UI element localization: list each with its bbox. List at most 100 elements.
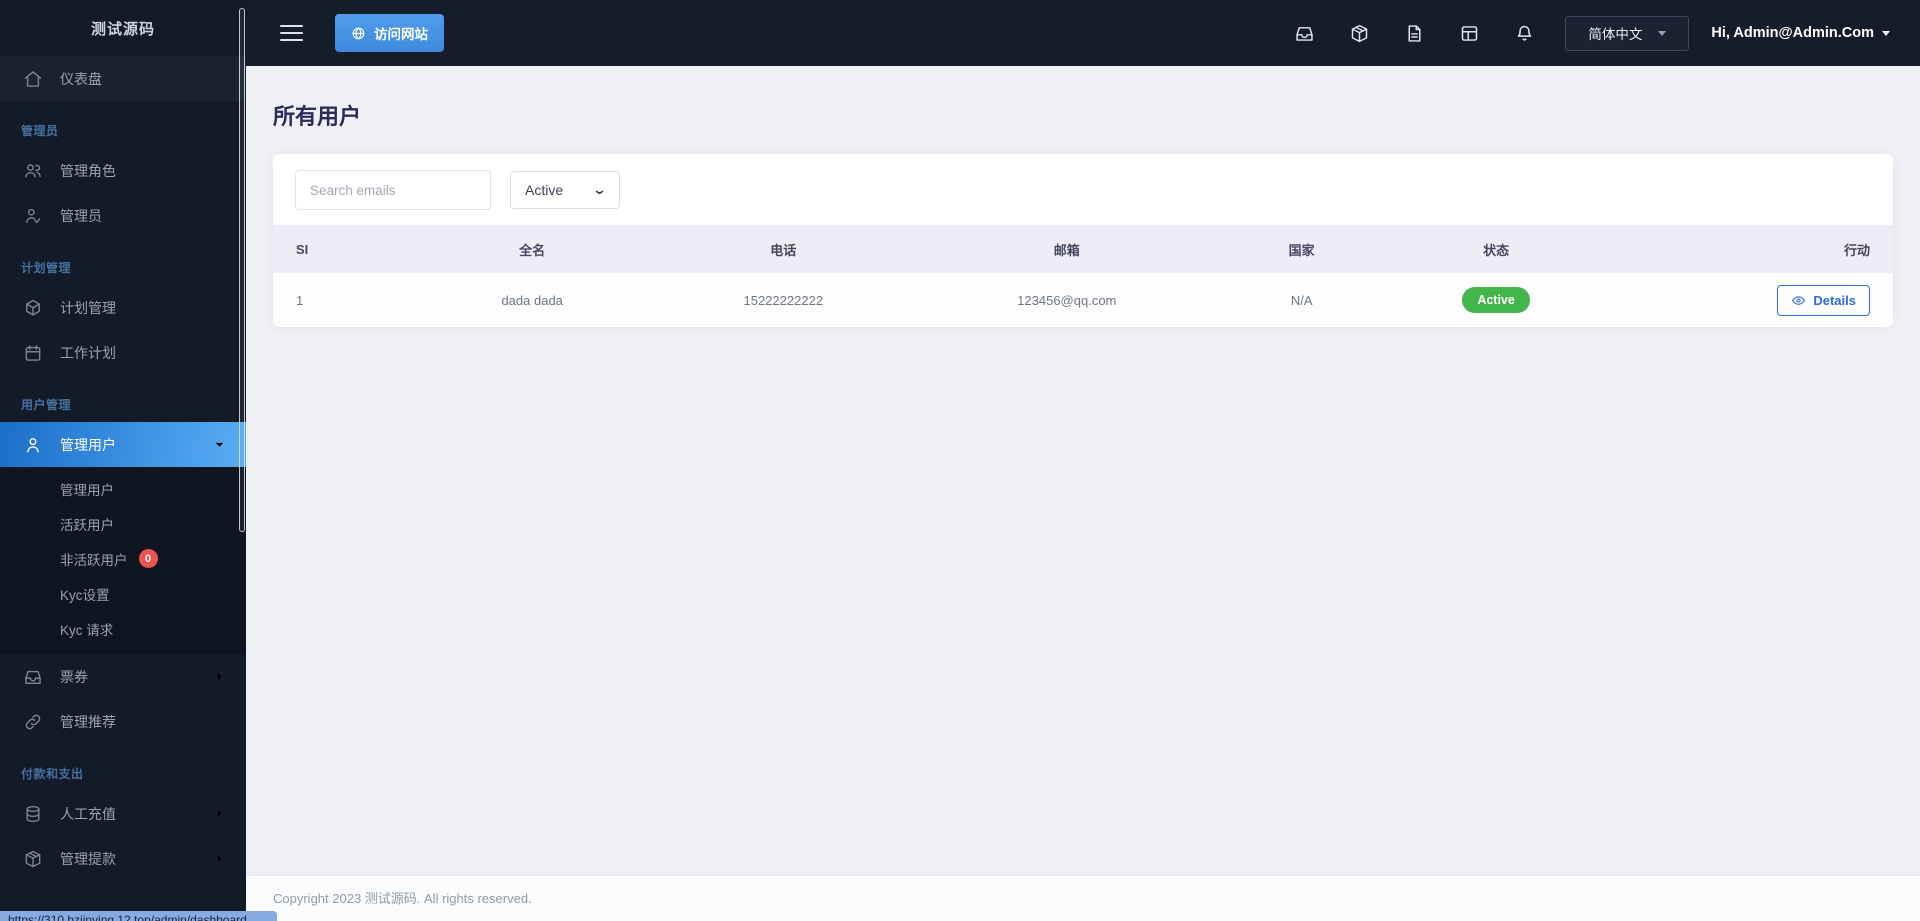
chevron-right-icon bbox=[213, 670, 226, 683]
brand-title: 测试源码 bbox=[90, 20, 155, 38]
main-column: 访问网站 简体中文 Hi, Admin@Admin.Com 所有用户 Searc… bbox=[246, 0, 1920, 921]
chevron-down-icon bbox=[213, 438, 226, 451]
filter-row: Active ⌄ bbox=[273, 154, 1893, 225]
chevron-down-icon: ⌄ bbox=[591, 182, 608, 197]
bell-icon[interactable] bbox=[1514, 23, 1535, 44]
status-filter-select[interactable]: Active ⌄ bbox=[510, 171, 620, 209]
submenu-item-label: 非活跃用户 bbox=[60, 552, 128, 568]
sidebar-toggle-button[interactable] bbox=[280, 20, 303, 46]
language-select[interactable]: 简体中文 bbox=[1565, 15, 1690, 51]
chevron-right-icon bbox=[213, 852, 226, 865]
submenu-item-label: 管理用户 bbox=[60, 482, 114, 498]
submenu-item-kyc-setting[interactable]: Kyc设置 bbox=[0, 576, 246, 611]
visit-site-button[interactable]: 访问网站 bbox=[335, 14, 444, 52]
user-icon bbox=[23, 435, 43, 455]
footer: Copyright 2023 测试源码. All rights reserved… bbox=[246, 875, 1920, 921]
header-country: 国家 bbox=[1228, 225, 1375, 273]
status-filter-value: Active bbox=[525, 182, 564, 198]
sidebar-item-label: 管理角色 bbox=[60, 162, 116, 179]
sidebar-item-label: 管理用户 bbox=[60, 436, 116, 453]
details-button-label: Details bbox=[1813, 292, 1856, 308]
page-title: 所有用户 bbox=[273, 104, 362, 129]
sidebar-item-label: 管理员 bbox=[60, 207, 102, 224]
user-check-icon bbox=[23, 206, 43, 226]
cell-email: 123456@qq.com bbox=[904, 273, 1229, 327]
eye-icon bbox=[1791, 293, 1806, 308]
header-si: SI bbox=[273, 225, 403, 273]
header-name: 全名 bbox=[402, 225, 662, 273]
users-table: SI 全名 电话 邮箱 国家 状态 行动 1 dada dada 1522222… bbox=[273, 225, 1893, 327]
search-input[interactable] bbox=[295, 170, 491, 210]
inactive-users-count-badge: 0 bbox=[138, 549, 158, 568]
file-text-icon[interactable] bbox=[1404, 23, 1425, 44]
cell-si: 1 bbox=[273, 273, 403, 327]
cell-country: N/A bbox=[1228, 273, 1375, 327]
copyright-text: Copyright 2023 测试源码. All rights reserved… bbox=[273, 891, 532, 906]
submenu-item-active-users[interactable]: 活跃用户 bbox=[0, 506, 246, 541]
package-icon[interactable] bbox=[1349, 23, 1370, 44]
users-card: Active ⌄ SI 全名 电话 邮箱 国家 状态 行动 bbox=[273, 154, 1893, 327]
sidebar-item-admins[interactable]: 管理员 bbox=[0, 193, 246, 238]
submenu-item-label: Kyc设置 bbox=[60, 587, 110, 603]
sidebar-scrollbar-thumb[interactable] bbox=[239, 8, 245, 532]
cell-action: Details bbox=[1617, 273, 1893, 327]
header-phone: 电话 bbox=[661, 225, 905, 273]
sidebar-item-work-plan[interactable]: 工作计划 bbox=[0, 330, 246, 375]
submenu-item-inactive-users[interactable]: 非活跃用户 0 bbox=[0, 541, 246, 576]
globe-icon bbox=[351, 26, 366, 41]
sidebar-item-manage-referral[interactable]: 管理推荐 bbox=[0, 699, 246, 744]
user-menu-label: Hi, Admin@Admin.Com bbox=[1711, 25, 1874, 41]
submenu-item-label: Kyc 请求 bbox=[60, 622, 114, 638]
table-row: 1 dada dada 15222222222 123456@qq.com N/… bbox=[273, 273, 1893, 327]
browser-status-url: https://310.bzjinying.12.top/admin/dashb… bbox=[0, 911, 277, 921]
main-content: 所有用户 Active ⌄ SI 全名 电话 邮箱 国家 状态 bbox=[246, 66, 1920, 875]
sidebar-section-payment: 付款和支出 bbox=[21, 767, 84, 781]
manage-users-submenu: 管理用户 活跃用户 非活跃用户 0 Kyc设置 Kyc 请求 bbox=[0, 467, 246, 654]
cell-phone: 15222222222 bbox=[661, 273, 905, 327]
sidebar-item-tickets[interactable]: 票券 bbox=[0, 654, 246, 699]
status-badge: Active bbox=[1462, 287, 1530, 313]
submenu-item-label: 活跃用户 bbox=[60, 517, 114, 533]
sidebar-section-admin: 管理员 bbox=[21, 124, 59, 138]
visit-site-label: 访问网站 bbox=[374, 27, 428, 42]
caret-down-icon bbox=[1882, 30, 1890, 36]
sidebar-item-label: 仪表盘 bbox=[60, 70, 102, 87]
user-menu[interactable]: Hi, Admin@Admin.Com bbox=[1711, 25, 1890, 41]
sidebar-section-users: 用户管理 bbox=[21, 398, 72, 412]
submenu-item-kyc-request[interactable]: Kyc 请求 bbox=[0, 611, 246, 646]
details-button[interactable]: Details bbox=[1777, 284, 1870, 316]
header-action: 行动 bbox=[1617, 225, 1893, 273]
submenu-item-manage-users[interactable]: 管理用户 bbox=[0, 471, 246, 506]
sidebar-item-label: 工作计划 bbox=[60, 344, 116, 361]
sidebar-item-manage-withdraw[interactable]: 管理提款 bbox=[0, 836, 246, 881]
sidebar-item-label: 管理提款 bbox=[60, 850, 116, 867]
language-select-value: 简体中文 bbox=[1588, 27, 1643, 42]
sidebar-scrollbar[interactable] bbox=[238, 0, 246, 921]
sidebar-item-manage-roles[interactable]: 管理角色 bbox=[0, 148, 246, 193]
home-icon bbox=[23, 69, 43, 89]
chevron-right-icon bbox=[213, 807, 226, 820]
sidebar-item-plan-manage[interactable]: 计划管理 bbox=[0, 285, 246, 330]
link-icon bbox=[23, 712, 43, 732]
package-icon bbox=[23, 849, 43, 869]
sidebar-item-label: 计划管理 bbox=[60, 299, 116, 316]
top-navbar: 访问网站 简体中文 Hi, Admin@Admin.Com bbox=[246, 0, 1920, 66]
caret-down-icon bbox=[1658, 30, 1667, 36]
sidebar-section-plan: 计划管理 bbox=[21, 261, 72, 275]
sidebar-item-manual-deposit[interactable]: 人工充值 bbox=[0, 791, 246, 836]
database-icon bbox=[23, 804, 43, 824]
cell-name: dada dada bbox=[402, 273, 662, 327]
table-header-row: SI 全名 电话 邮箱 国家 状态 行动 bbox=[273, 225, 1893, 273]
sidebar-item-manage-users[interactable]: 管理用户 bbox=[0, 422, 246, 467]
sidebar: 测试源码 仪表盘 管理员 管理角色 管理员 计划管理 计划管理 工作计划 用户管… bbox=[0, 0, 246, 921]
sidebar-item-label: 人工充值 bbox=[60, 805, 116, 822]
header-email: 邮箱 bbox=[904, 225, 1229, 273]
inbox-icon[interactable] bbox=[1294, 23, 1315, 44]
cube-icon bbox=[23, 298, 43, 318]
users-icon bbox=[23, 161, 43, 181]
header-status: 状态 bbox=[1374, 225, 1618, 273]
calendar-icon bbox=[23, 343, 43, 363]
table-layout-icon[interactable] bbox=[1459, 23, 1480, 44]
sidebar-item-label: 票券 bbox=[60, 668, 88, 685]
sidebar-item-dashboard[interactable]: 仪表盘 bbox=[0, 56, 246, 101]
